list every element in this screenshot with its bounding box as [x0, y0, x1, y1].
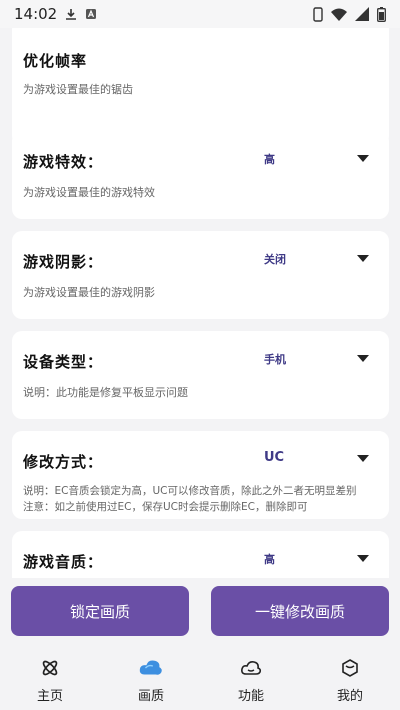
- setting-title: 设备类型：: [23, 353, 104, 371]
- setting-card-shadows[interactable]: 游戏阴影： 关闭 为游戏设置最佳的游戏阴影: [12, 231, 389, 319]
- setting-note: 注意：如之前使用过EC，保存UC时会提示删除EC，删除即可: [23, 501, 308, 513]
- setting-card-modify-mode[interactable]: 修改方式： UC 说明：EC音质会锁定为高，UC可以修改音质，除此之外二者无明显…: [12, 431, 389, 519]
- nav-label: 主页: [36, 689, 63, 704]
- a-notification-icon: [85, 8, 97, 20]
- status-time: 14:02: [14, 5, 58, 23]
- atom-icon: [38, 656, 62, 680]
- setting-card-frame-rate[interactable]: 优化帧率 为游戏设置最佳的锯齿: [12, 28, 389, 146]
- setting-title: 游戏特效：: [23, 153, 104, 171]
- setting-description: 说明：EC音质会锁定为高，UC可以修改音质，除此之外二者无明显差别: [23, 485, 357, 497]
- cube-icon: [338, 656, 362, 680]
- setting-title: 游戏音质：: [23, 553, 104, 571]
- nav-label: 画质: [137, 689, 164, 704]
- setting-description: 为游戏设置最佳的锯齿: [23, 83, 133, 96]
- download-icon: [65, 8, 77, 21]
- setting-value[interactable]: 手机: [264, 351, 286, 367]
- nav-item-functions[interactable]: 功能: [221, 656, 281, 706]
- chevron-down-icon[interactable]: [357, 355, 369, 363]
- setting-description: 为游戏设置最佳的游戏阴影: [23, 286, 155, 299]
- one-click-modify-button[interactable]: 一键修改画质: [211, 586, 389, 636]
- lock-quality-button[interactable]: 锁定画质: [11, 586, 189, 636]
- action-buttons: 锁定画质 一键修改画质: [0, 583, 400, 639]
- blue-cloud-icon: [139, 656, 163, 680]
- cloud-icon: [239, 656, 263, 680]
- setting-title: 优化帧率: [23, 52, 88, 70]
- setting-value[interactable]: 高: [264, 551, 275, 567]
- settings-list[interactable]: 优化帧率 为游戏设置最佳的锯齿 游戏特效： 高 为游戏设置最佳的游戏特效 游戏阴…: [0, 28, 400, 578]
- setting-value[interactable]: 关闭: [264, 251, 286, 267]
- setting-card-audio-quality[interactable]: 游戏音质： 高: [12, 531, 389, 578]
- bottom-nav: 主页 画质 功能 我的: [0, 648, 400, 710]
- status-bar: 14:02: [0, 0, 400, 28]
- chevron-down-icon[interactable]: [357, 455, 369, 463]
- nav-label: 功能: [237, 689, 264, 704]
- nav-item-quality[interactable]: 画质: [121, 656, 181, 706]
- setting-title: 修改方式：: [23, 453, 104, 471]
- battery-icon: [377, 6, 386, 22]
- signal-icon: [355, 7, 369, 21]
- setting-description: 为游戏设置最佳的游戏特效: [23, 186, 155, 199]
- wifi-icon: [331, 8, 347, 21]
- nav-item-home[interactable]: 主页: [20, 656, 80, 706]
- setting-title: 游戏阴影：: [23, 253, 104, 271]
- phone-icon: [313, 6, 323, 22]
- chevron-down-icon[interactable]: [357, 555, 369, 563]
- chevron-down-icon[interactable]: [357, 155, 369, 163]
- setting-card-effects[interactable]: 游戏特效： 高 为游戏设置最佳的游戏特效: [12, 131, 389, 219]
- nav-item-mine[interactable]: 我的: [320, 656, 380, 706]
- setting-description: 说明：此功能是修复平板显示问题: [23, 386, 188, 399]
- setting-value[interactable]: 高: [264, 151, 275, 167]
- setting-value[interactable]: UC: [264, 450, 284, 465]
- setting-card-device-type[interactable]: 设备类型： 手机 说明：此功能是修复平板显示问题: [12, 331, 389, 419]
- chevron-down-icon[interactable]: [357, 255, 369, 263]
- nav-label: 我的: [336, 689, 363, 704]
